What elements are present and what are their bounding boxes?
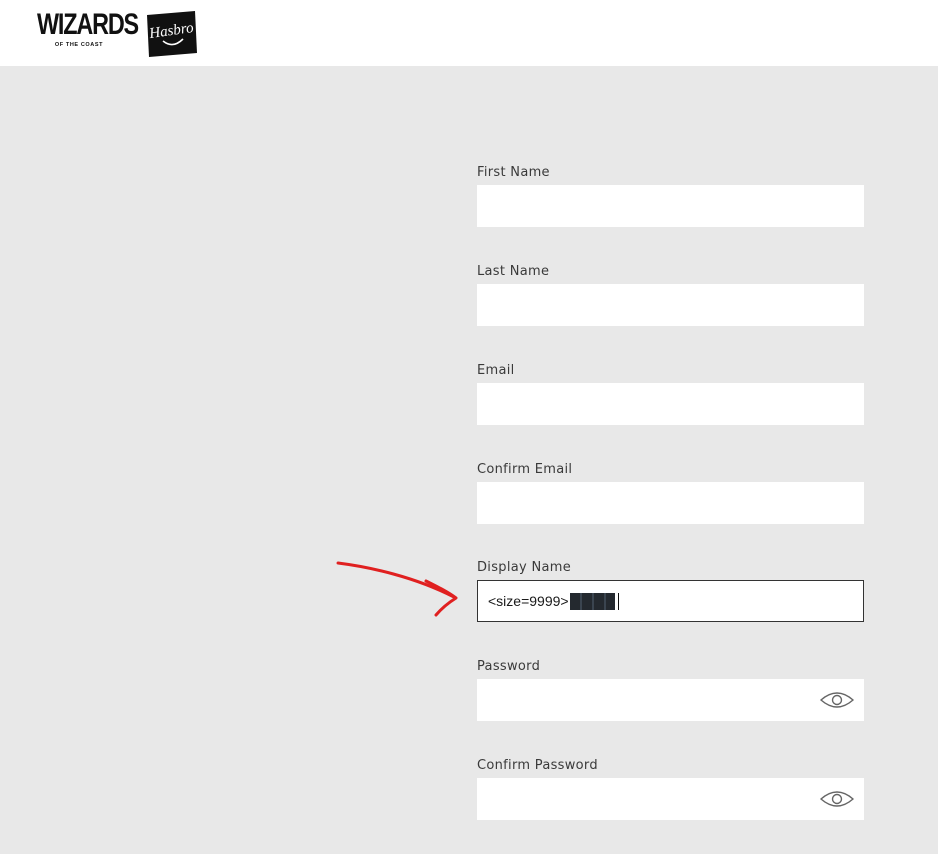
email-label: Email bbox=[477, 363, 515, 378]
display-name-value-wrap: <size=9999> bbox=[488, 581, 619, 621]
first-name-label: First Name bbox=[477, 165, 550, 180]
confirm-email-label: Confirm Email bbox=[477, 462, 573, 477]
arrow-icon bbox=[336, 561, 458, 617]
confirm-password-input[interactable] bbox=[477, 778, 864, 820]
text-caret bbox=[617, 592, 619, 610]
wizards-logo-text: WIZARDS bbox=[37, 8, 139, 41]
last-name-input[interactable] bbox=[477, 284, 864, 326]
eye-icon[interactable] bbox=[819, 789, 855, 809]
display-name-label: Display Name bbox=[477, 560, 572, 575]
first-name-input[interactable] bbox=[477, 185, 864, 227]
wizards-logo[interactable]: WIZARDS OF THE COAST bbox=[37, 8, 139, 54]
password-label: Password bbox=[477, 659, 541, 674]
top-header: WIZARDS OF THE COAST Hasbro bbox=[0, 0, 938, 66]
wizards-logo-subtext: OF THE COAST bbox=[54, 42, 104, 48]
eye-icon[interactable] bbox=[819, 690, 855, 710]
password-input[interactable] bbox=[477, 679, 864, 721]
hasbro-logo[interactable]: Hasbro bbox=[143, 11, 199, 57]
redacted-block bbox=[569, 592, 615, 610]
confirm-password-label: Confirm Password bbox=[477, 758, 598, 773]
confirm-email-input[interactable] bbox=[477, 482, 864, 524]
display-name-value: <size=9999> bbox=[488, 593, 569, 609]
last-name-label: Last Name bbox=[477, 264, 550, 279]
email-input[interactable] bbox=[477, 383, 864, 425]
display-name-input[interactable]: <size=9999> bbox=[477, 580, 864, 622]
